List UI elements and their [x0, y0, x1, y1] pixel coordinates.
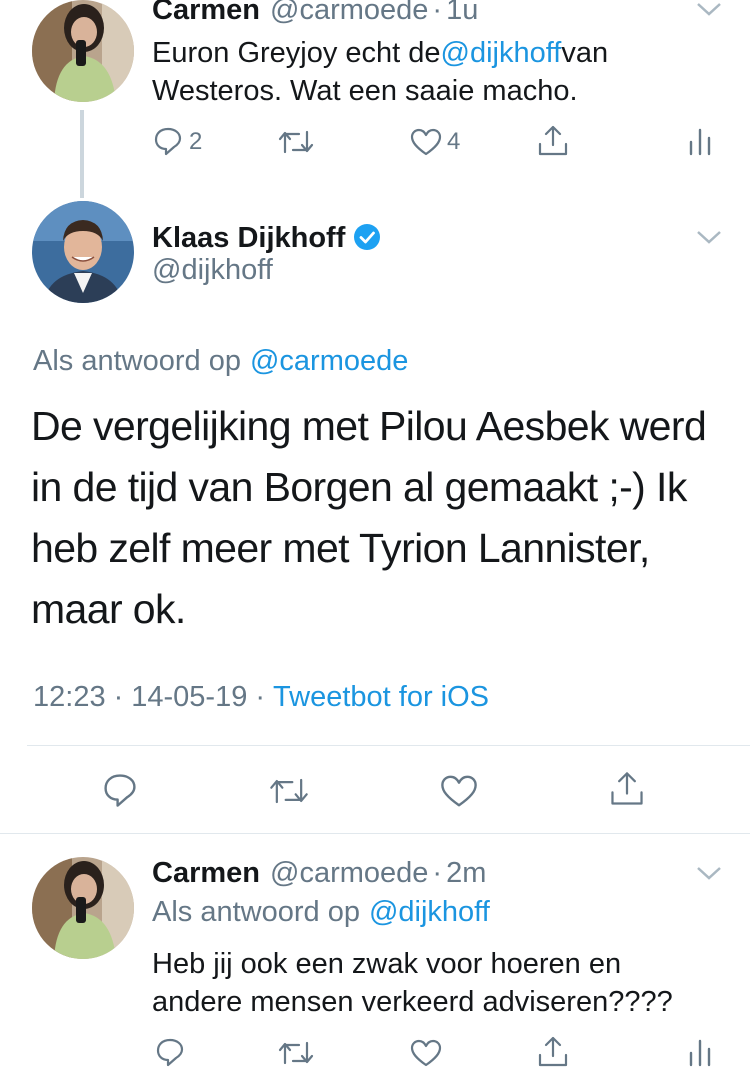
reply-icon[interactable] — [153, 126, 183, 161]
separator: · — [255, 681, 266, 713]
text-line: De vergelijking met Pilou Aesbek werd — [31, 403, 707, 449]
analytics-icon[interactable] — [688, 128, 712, 161]
text-line: andere mensen verkeerd adviseren???? — [152, 986, 673, 1018]
avatar[interactable] — [32, 0, 134, 102]
retweet-icon[interactable] — [277, 128, 315, 161]
handle[interactable]: @carmoede — [270, 0, 428, 27]
reply-count: 2 — [189, 128, 203, 155]
reply-to-link[interactable]: @dijkhoff — [369, 896, 490, 929]
reply-icon[interactable] — [155, 1037, 185, 1072]
tweet-text: Heb jij ook een zwak voor hoeren en ande… — [152, 945, 742, 1021]
handle[interactable]: @carmoede — [270, 857, 428, 890]
tweet-text: Euron Greyjoy echt de @dijkhoff van West… — [152, 34, 732, 110]
reply-icon[interactable] — [102, 772, 138, 813]
chevron-down-icon[interactable] — [696, 0, 722, 23]
reply-context-label: Als antwoord op — [33, 345, 241, 377]
tweet-date: 14-05-19 — [131, 681, 248, 713]
separator: · — [432, 857, 443, 889]
reply-context-label: Als antwoord op — [152, 896, 360, 928]
text-line: heb zelf meer met Tyrion Lannister, — [31, 525, 650, 571]
handle[interactable]: @dijkhoff — [152, 254, 273, 287]
timestamp[interactable]: 1u — [446, 0, 478, 27]
chevron-down-icon[interactable] — [696, 864, 722, 887]
share-icon[interactable] — [536, 1035, 570, 1074]
mention-link[interactable]: @dijkhoff — [441, 34, 562, 72]
tweet-text: De vergelijking met Pilou Aesbek werd in… — [31, 396, 731, 640]
text-segment: van — [561, 37, 609, 69]
timestamp[interactable]: 2m — [446, 857, 486, 890]
like-count: 4 — [447, 128, 461, 155]
separator: · — [432, 0, 443, 26]
text-segment: Euron Greyjoy echt de — [152, 37, 441, 69]
retweet-icon[interactable] — [277, 1039, 315, 1072]
divider — [0, 833, 750, 834]
text-line: in de tijd van Borgen al gemaakt ;-) Ik — [31, 464, 687, 510]
like-icon[interactable] — [410, 1039, 442, 1072]
display-name[interactable]: Carmen — [152, 0, 260, 27]
chevron-down-icon[interactable] — [696, 228, 722, 251]
avatar[interactable] — [32, 857, 134, 959]
share-icon[interactable] — [608, 770, 646, 813]
retweet-icon[interactable] — [268, 775, 310, 812]
tweet-time: 12:23 — [33, 681, 106, 713]
analytics-icon[interactable] — [688, 1039, 712, 1072]
verified-badge-icon — [353, 223, 381, 259]
share-icon[interactable] — [536, 124, 570, 163]
source-link[interactable]: Tweetbot for iOS — [273, 681, 489, 714]
text-line: Heb jij ook een zwak voor hoeren en — [152, 948, 622, 980]
display-name[interactable]: Klaas Dijkhoff — [152, 222, 345, 255]
like-icon[interactable] — [410, 128, 442, 161]
like-icon[interactable] — [440, 774, 478, 813]
text-line: Westeros. Wat een saaie macho. — [152, 75, 578, 107]
text-line: maar ok. — [31, 586, 186, 632]
separator: · — [113, 681, 124, 713]
avatar[interactable] — [32, 201, 134, 303]
divider — [27, 745, 750, 746]
thread-line — [80, 110, 84, 198]
reply-to-link[interactable]: @carmoede — [250, 345, 408, 378]
display-name[interactable]: Carmen — [152, 857, 260, 890]
